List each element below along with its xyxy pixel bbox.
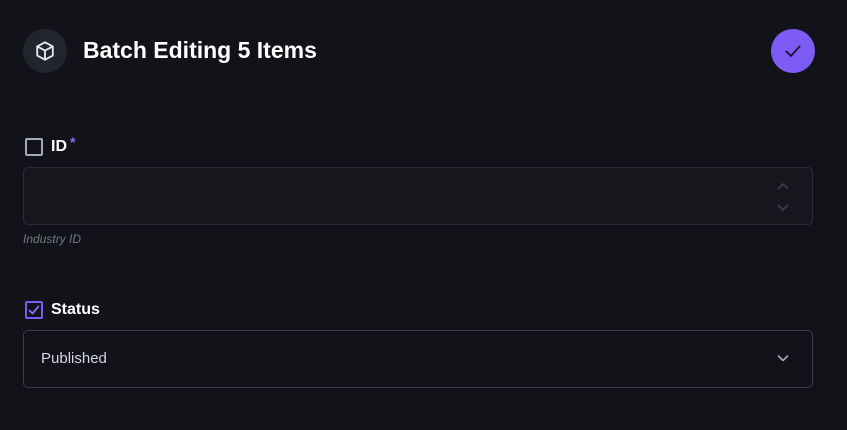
field-id-label-row: ID *: [25, 134, 76, 157]
page-title: Batch Editing 5 Items: [83, 37, 317, 63]
check-icon: [785, 45, 801, 57]
status-select[interactable]: Published: [23, 330, 813, 388]
field-status-label: Status: [51, 301, 100, 318]
save-button[interactable]: [771, 29, 815, 73]
field-id-hint: Industry ID: [23, 232, 82, 246]
number-stepper[interactable]: [776, 182, 790, 212]
id-input[interactable]: [23, 167, 813, 225]
required-marker: *: [70, 134, 76, 150]
chevron-down-icon: [777, 355, 789, 362]
field-status-label-row: Status: [25, 300, 100, 320]
batch-edit-drawer: Batch Editing 5 Items ID * Industry ID S…: [0, 0, 847, 430]
box-icon: [23, 29, 67, 73]
check-icon: [28, 305, 40, 315]
field-status-include-checkbox[interactable]: [25, 301, 43, 319]
field-id-include-checkbox[interactable]: [25, 138, 43, 156]
chevron-down-icon[interactable]: [777, 204, 789, 212]
field-id-label: ID: [51, 138, 67, 155]
chevron-up-icon[interactable]: [777, 182, 789, 190]
status-select-value: Published: [41, 350, 107, 367]
